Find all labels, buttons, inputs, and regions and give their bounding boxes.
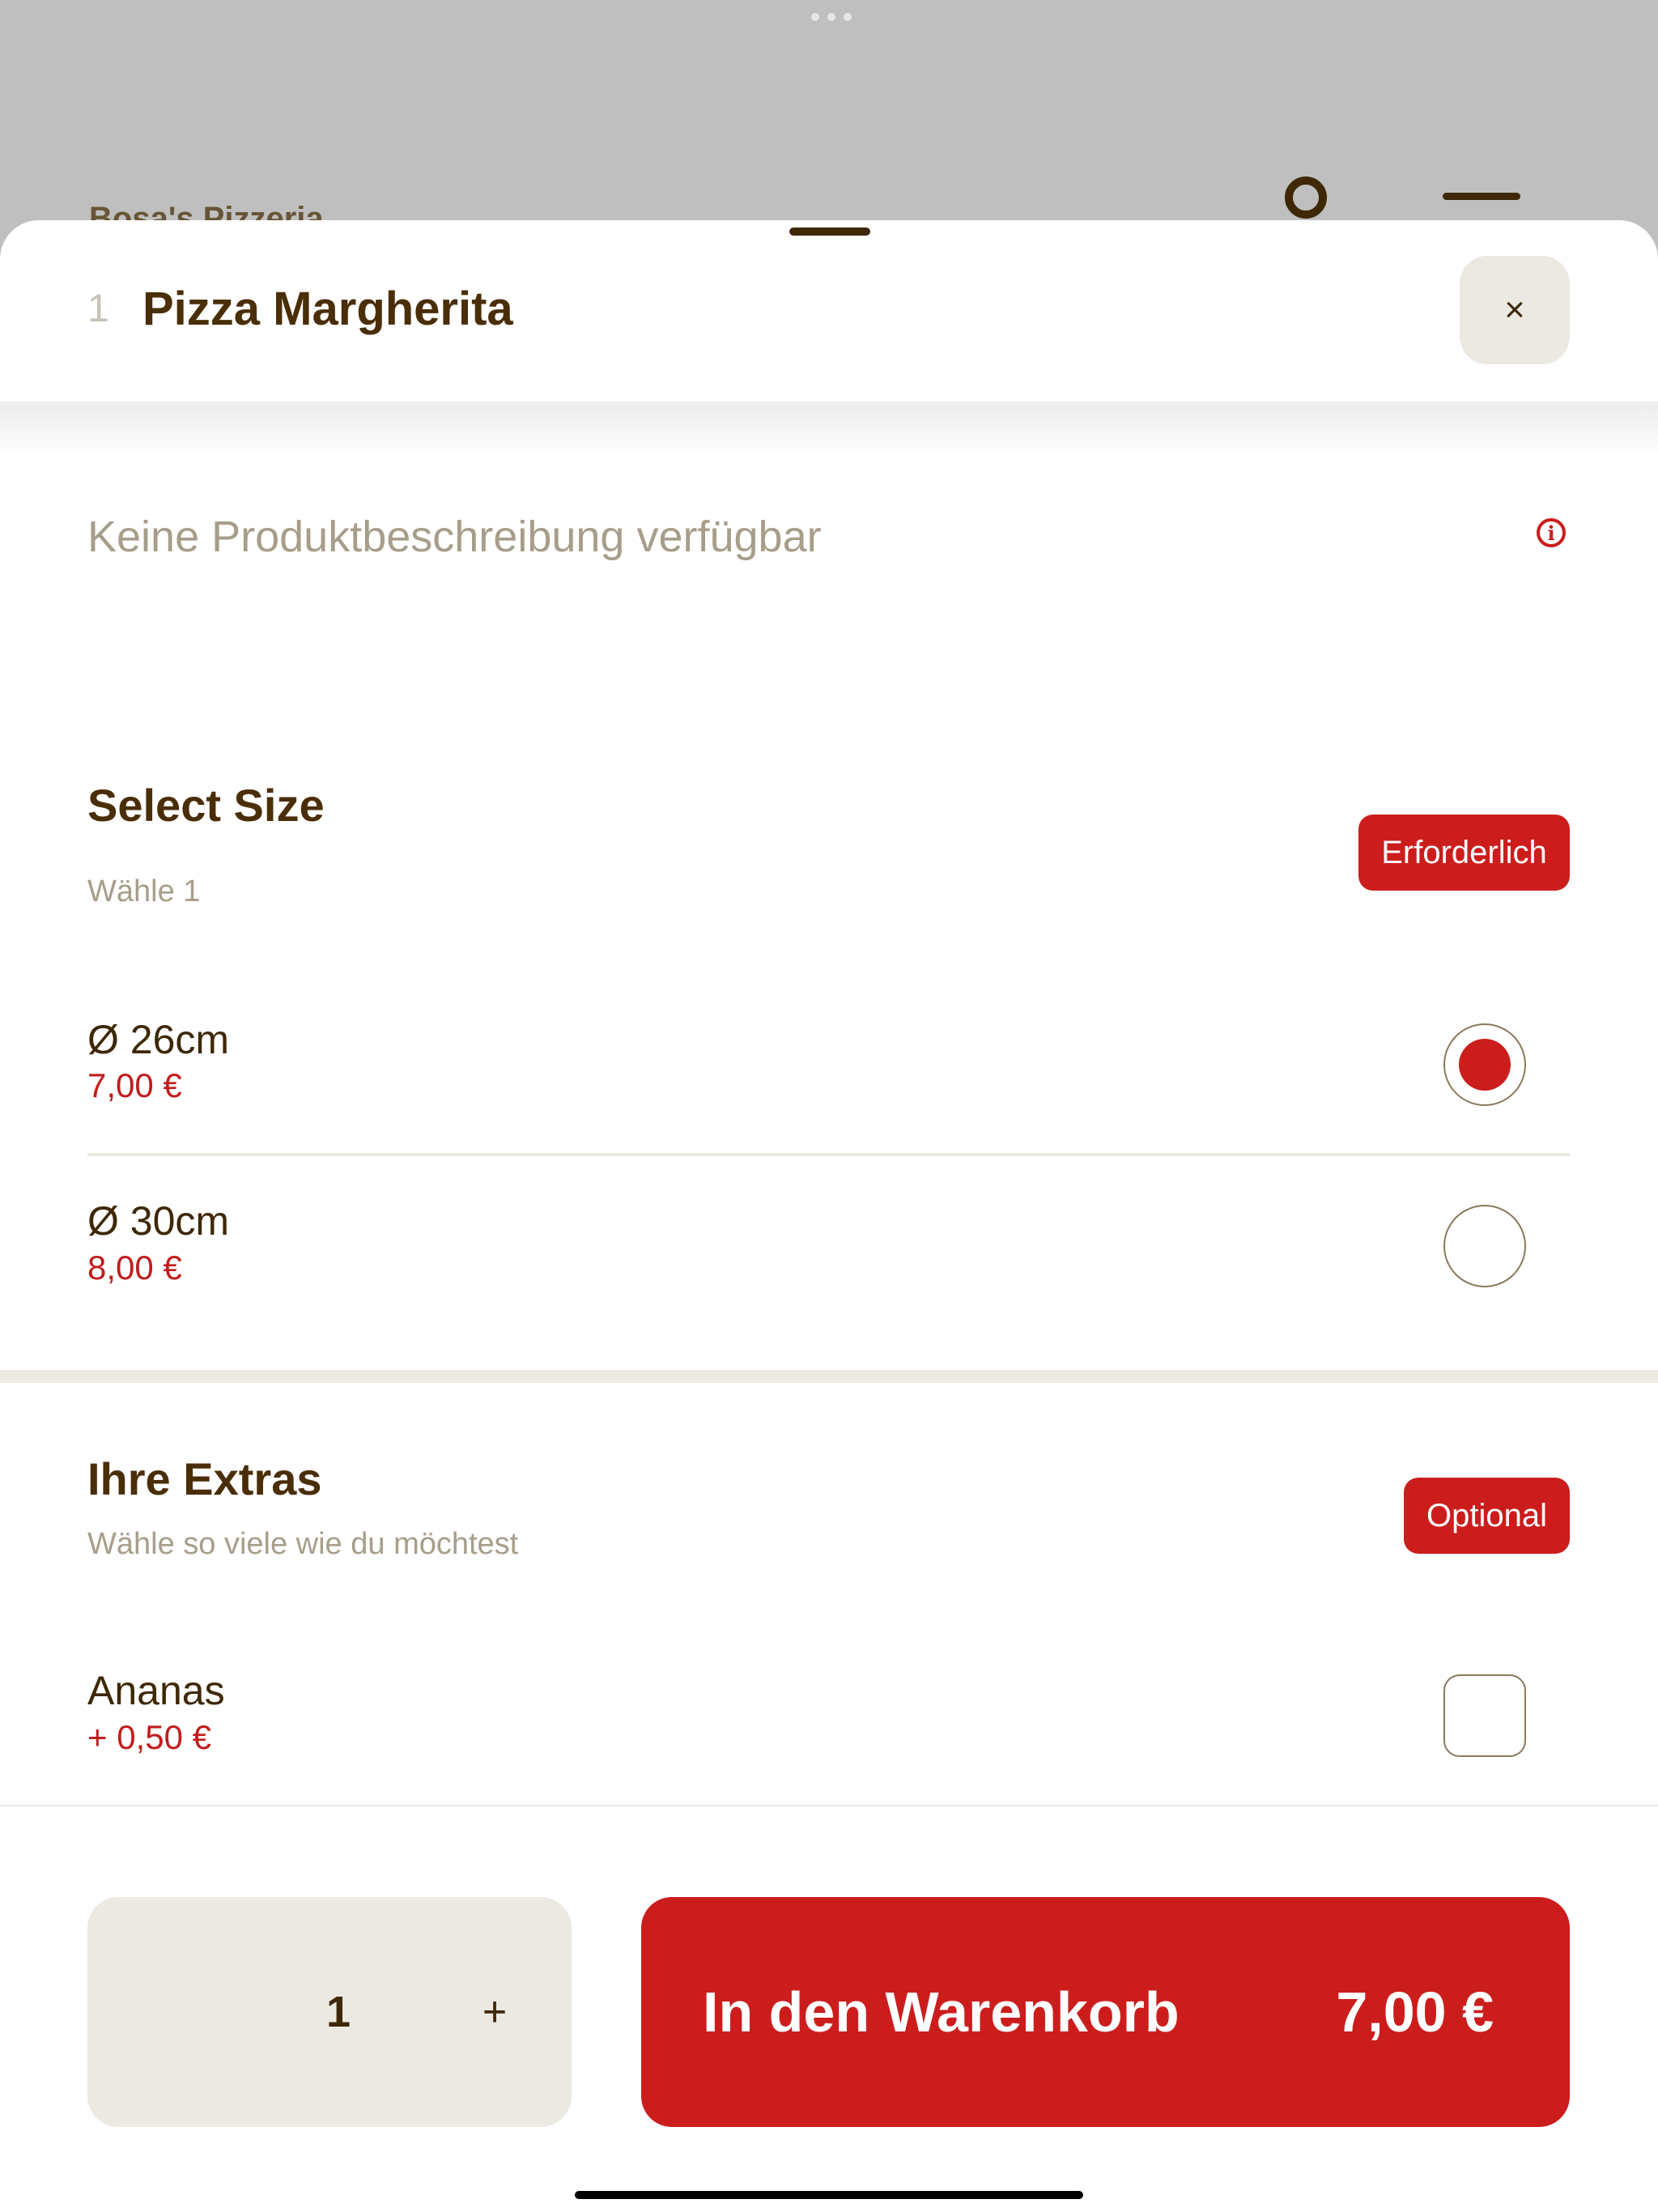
- close-icon: ×: [1504, 290, 1525, 330]
- product-title: Pizza Margherita: [142, 283, 513, 335]
- quantity-stepper: 1 +: [87, 1897, 572, 2127]
- extra-option-name: Ananas: [87, 1668, 225, 1713]
- quantity-prefix: 1: [87, 287, 109, 330]
- user-icon[interactable]: [1285, 177, 1327, 219]
- multitasking-dots[interactable]: [811, 13, 852, 21]
- add-to-cart-price: 7,00 €: [1336, 1980, 1494, 2044]
- size-section-subtitle: Wähle 1: [87, 874, 201, 908]
- extra-option-price: + 0,50 €: [87, 1718, 211, 1756]
- quantity-plus-button[interactable]: +: [466, 1897, 523, 2127]
- size-radio-26cm[interactable]: [1443, 1023, 1526, 1106]
- section-separator: [0, 1370, 1658, 1383]
- size-section-title: Select Size: [87, 780, 325, 831]
- menu-icon[interactable]: [1443, 193, 1520, 200]
- size-option-name: Ø 30cm: [87, 1198, 230, 1244]
- close-button[interactable]: ×: [1460, 256, 1570, 364]
- size-option-price: 8,00 €: [87, 1249, 182, 1287]
- required-badge: Erforderlich: [1358, 815, 1570, 891]
- size-option-price: 7,00 €: [87, 1066, 182, 1104]
- sheet-footer: 1 + In den Warenkorb 7,00 €: [0, 1805, 1658, 2212]
- option-divider: [87, 1153, 1570, 1156]
- add-to-cart-button[interactable]: In den Warenkorb 7,00 €: [641, 1897, 1570, 2127]
- quantity-value: 1: [325, 1988, 351, 2036]
- extras-section-title: Ihre Extras: [87, 1453, 322, 1504]
- extras-section-subtitle: Wähle so viele wie du möchtest: [87, 1527, 519, 1561]
- add-to-cart-label: In den Warenkorb: [703, 1980, 1180, 2044]
- size-option-name: Ø 26cm: [87, 1017, 230, 1062]
- info-icon[interactable]: i: [1537, 518, 1566, 547]
- sheet-header: 1 Pizza Margherita ×: [0, 220, 1658, 402]
- product-description: Keine Produktbeschreibung verfügbar: [87, 513, 822, 561]
- size-radio-30cm[interactable]: [1443, 1205, 1526, 1287]
- info-icon-glyph: i: [1547, 521, 1555, 545]
- extra-checkbox-ananas[interactable]: [1443, 1674, 1526, 1757]
- header-shadow: [0, 402, 1658, 458]
- home-indicator[interactable]: [575, 2191, 1083, 2199]
- optional-badge: Optional: [1404, 1478, 1570, 1554]
